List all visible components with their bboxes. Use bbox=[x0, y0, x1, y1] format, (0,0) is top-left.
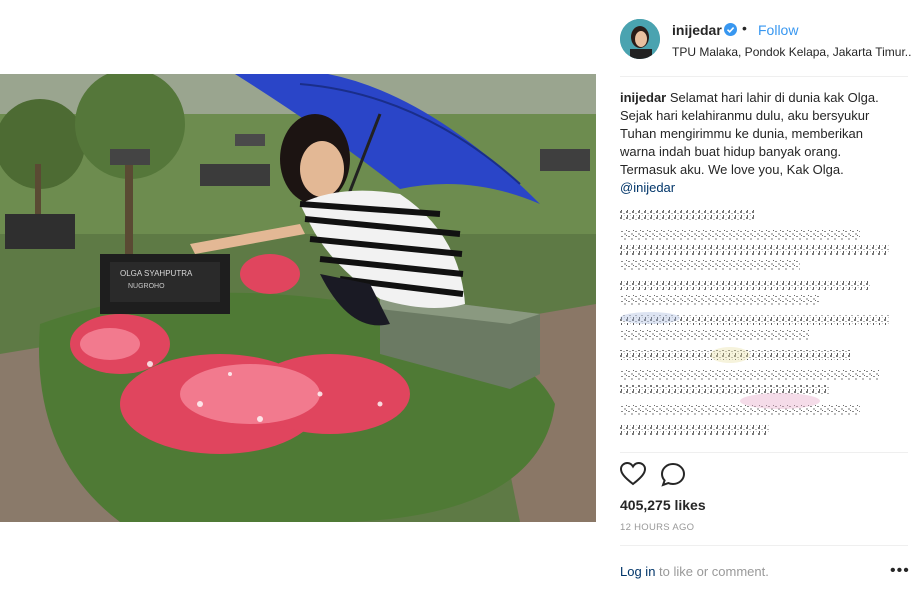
username[interactable]: inijedar bbox=[672, 22, 722, 38]
login-prompt-text: to like or comment. bbox=[655, 564, 769, 579]
more-options-icon[interactable]: ••• bbox=[890, 562, 910, 580]
post-timestamp[interactable]: 12 HOURS AGO bbox=[620, 522, 694, 533]
blurred-comments-noise bbox=[620, 210, 890, 435]
verified-badge-icon bbox=[724, 23, 737, 36]
action-bar bbox=[619, 461, 740, 488]
caption-username[interactable]: inijedar bbox=[620, 90, 666, 105]
login-prompt: Log in to like or comment. bbox=[620, 564, 769, 579]
caption: inijedar Selamat hari lahir di dunia kak… bbox=[620, 89, 890, 197]
footer-divider bbox=[620, 545, 908, 546]
like-heart-icon[interactable] bbox=[619, 461, 647, 486]
svg-text:OLGA SYAHPUTRA: OLGA SYAHPUTRA bbox=[120, 269, 193, 278]
location-link[interactable]: TPU Malaka, Pondok Kelapa, Jakarta Timur… bbox=[672, 45, 912, 59]
comments-divider bbox=[620, 452, 908, 453]
comment-bubble-icon[interactable] bbox=[660, 462, 686, 488]
follow-button[interactable]: Follow bbox=[758, 22, 798, 38]
cemetery-photo: OLGA SYAHPUTRA NUGROHO bbox=[0, 74, 596, 522]
svg-text:NUGROHO: NUGROHO bbox=[128, 283, 165, 290]
post-photo[interactable]: OLGA SYAHPUTRA NUGROHO bbox=[0, 74, 596, 522]
blurred-comments bbox=[620, 205, 905, 450]
post-header: inijedar • Follow TPU Malaka, Pondok Kel… bbox=[620, 14, 912, 64]
like-count[interactable]: 405,275 likes bbox=[620, 497, 706, 513]
header-divider bbox=[620, 76, 908, 77]
caption-mention[interactable]: @inijedar bbox=[620, 180, 675, 195]
separator-dot: • bbox=[742, 20, 747, 36]
avatar[interactable] bbox=[620, 19, 660, 59]
login-link[interactable]: Log in bbox=[620, 564, 655, 579]
